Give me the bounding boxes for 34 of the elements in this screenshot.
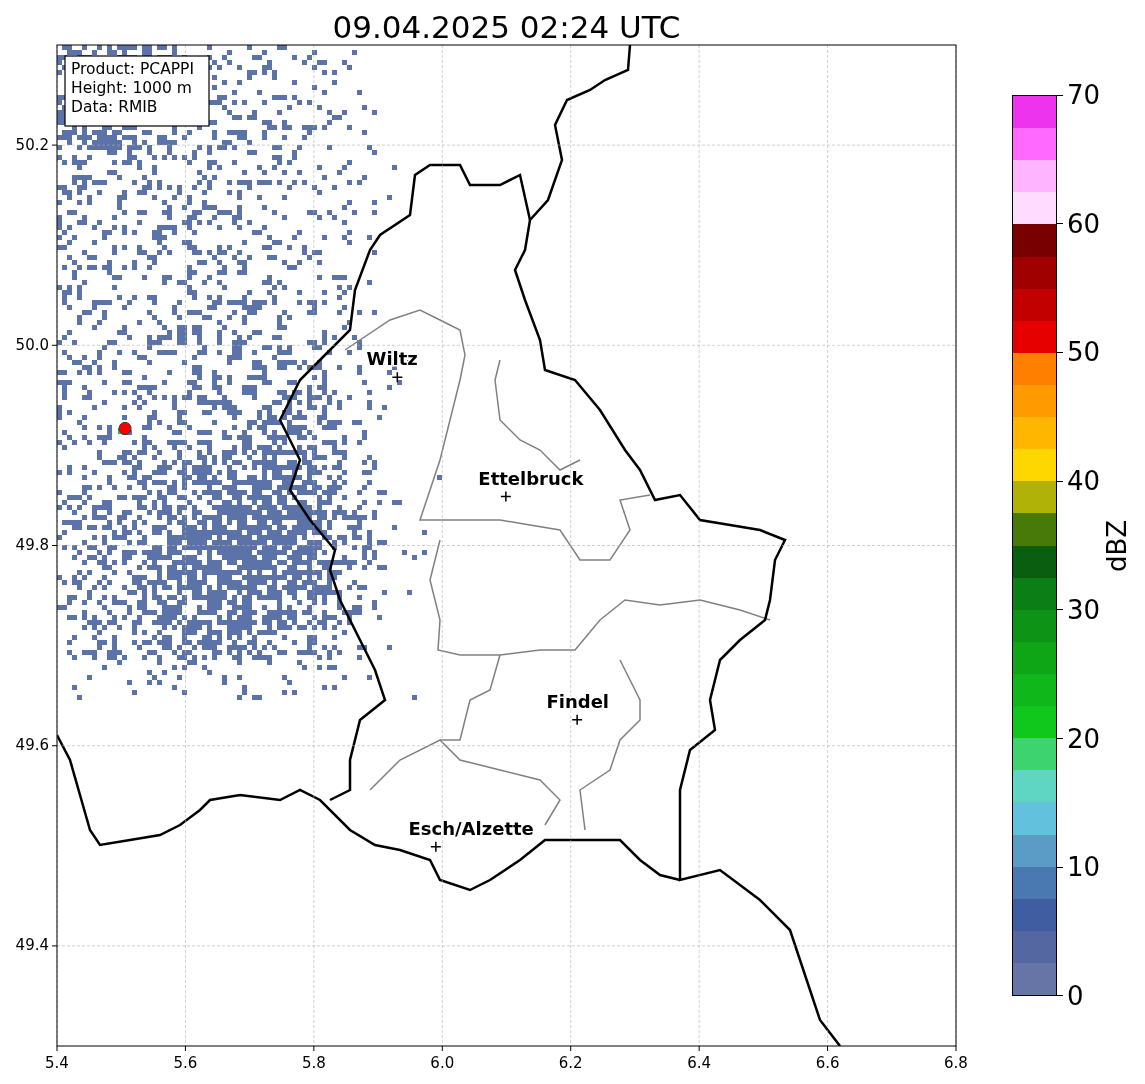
scale-tick-label: 70: [1067, 80, 1101, 110]
info-text: Height: 1000 m: [71, 79, 192, 97]
city-marker-icon: [571, 713, 583, 726]
city-label: Findel: [546, 690, 610, 712]
x-tick-label: 5.4: [45, 1054, 69, 1072]
x-tick-label: 6.6: [815, 1054, 840, 1072]
scale-tick-label: 50: [1067, 337, 1101, 368]
scale-tick-label: 30: [1067, 594, 1101, 625]
y-tick-label: 49.6: [15, 736, 49, 755]
city-label: Esch/Alzette: [408, 817, 534, 839]
city-marker-icon: [500, 490, 512, 503]
scale-tick-label: 20: [1067, 723, 1101, 754]
chart-title: 09.04.2025 02:24 UTC: [332, 9, 681, 45]
y-tick-label: 49.4: [15, 936, 49, 955]
y-tick-label: 49.8: [15, 536, 49, 554]
x-tick-label: 6.8: [944, 1054, 968, 1072]
scale-tick-label: 0: [1067, 980, 1084, 1011]
x-tick-label: 6.2: [558, 1054, 583, 1072]
y-tick-label: 50.2: [15, 135, 49, 154]
city-label: Ettelbruck: [478, 468, 584, 490]
city-marker-icon: [391, 371, 404, 384]
scale-tick-label: 60: [1067, 208, 1101, 239]
scale-tick-label: 10: [1067, 852, 1101, 883]
y-tick-label: 50.0: [15, 335, 49, 354]
x-tick-label: 5.6: [173, 1054, 198, 1072]
x-tick-label: 5.8: [301, 1054, 326, 1072]
info-text: Product: PCAPPI: [71, 60, 195, 78]
x-tick-label: 6.0: [430, 1054, 455, 1072]
info-text: Data: RMIB: [71, 98, 158, 116]
scale-unit-label: dBZ: [1102, 519, 1133, 572]
radar-site-marker: [118, 421, 132, 435]
city-marker-icon: [430, 841, 442, 853]
x-tick-label: 6.4: [687, 1054, 712, 1072]
scale-tick-label: 40: [1067, 466, 1101, 497]
